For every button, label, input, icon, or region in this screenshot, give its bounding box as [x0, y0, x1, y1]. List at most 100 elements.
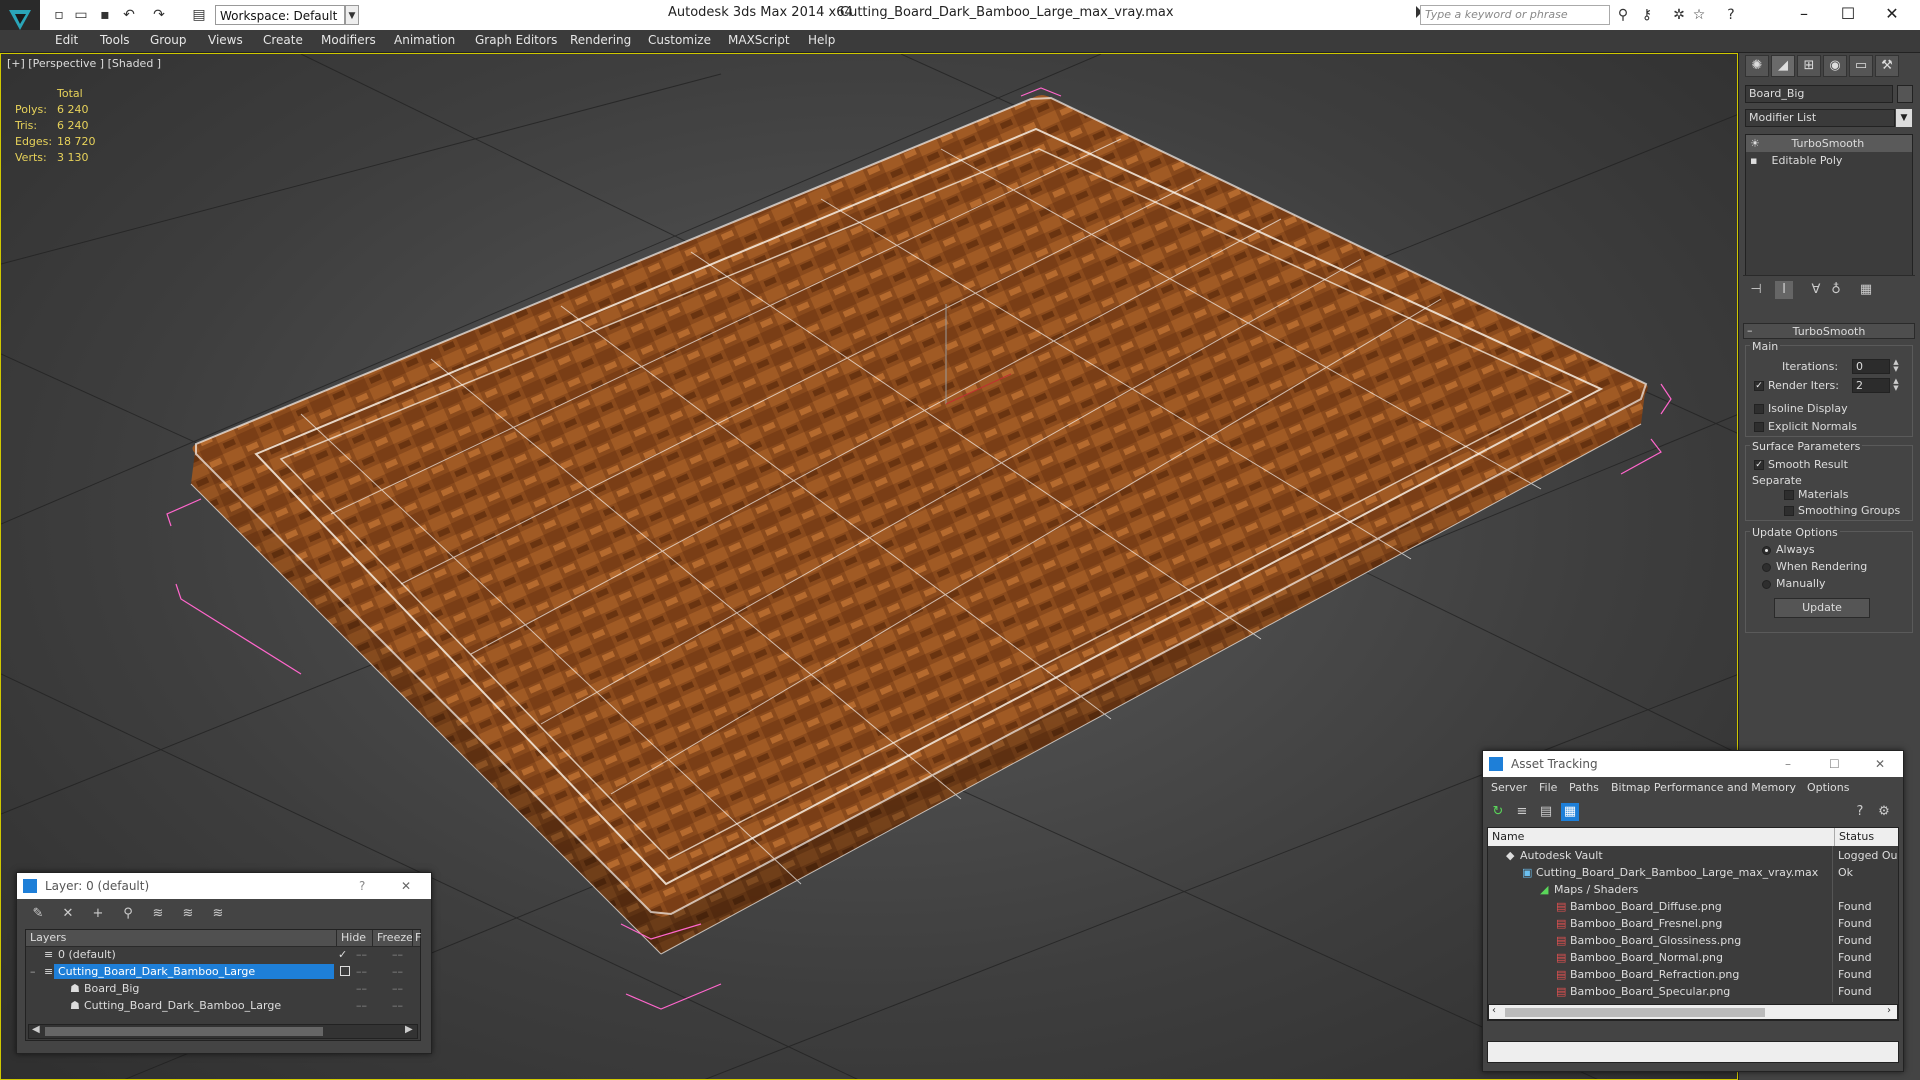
asset-window-title-bar[interactable]: Asset Tracking – ☐ ✕ — [1483, 751, 1903, 777]
list-view-icon[interactable]: ≡ — [1513, 803, 1531, 821]
hide-toggle[interactable]: –– — [356, 963, 367, 980]
display-tab-icon[interactable]: ▭ — [1849, 55, 1873, 77]
thumbnail-view-icon[interactable]: ▤ — [1537, 803, 1555, 821]
maximize-icon[interactable]: ☐ — [1829, 751, 1840, 777]
hide-toggle[interactable]: –– — [356, 980, 367, 997]
freeze-toggle[interactable]: –– — [392, 946, 403, 963]
chevron-down-icon[interactable]: ▼ — [1896, 109, 1912, 127]
menu-modifiers[interactable]: Modifiers — [321, 33, 376, 47]
layer-row[interactable]: – ≡ Cutting_Board_Dark_Bamboo_Large –– –… — [26, 963, 420, 980]
scrollbar-thumb[interactable] — [1505, 1008, 1765, 1017]
asset-menu-options[interactable]: Options — [1807, 781, 1849, 794]
object-color-swatch[interactable] — [1897, 85, 1913, 103]
viewport-label[interactable]: [+] [Perspective ] [Shaded ] — [7, 57, 161, 70]
chevron-down-icon[interactable]: ▼ — [345, 5, 359, 25]
scroll-right-icon[interactable]: › — [1887, 1005, 1891, 1016]
layer-row[interactable]: ≡ 0 (default) ✓ –– –– — [26, 946, 420, 963]
menu-edit[interactable]: Edit — [55, 33, 78, 47]
search-input[interactable]: Type a keyword or phrase — [1420, 5, 1610, 25]
asset-row[interactable]: ▣ Cutting_Board_Dark_Bamboo_Large_max_vr… — [1488, 864, 1898, 881]
asset-path-field[interactable] — [1487, 1041, 1899, 1063]
project-folder-icon[interactable]: ▤ — [190, 6, 208, 24]
pin-stack-icon[interactable]: ⊣ — [1747, 281, 1765, 299]
create-layer-icon[interactable]: ✎ — [29, 905, 47, 923]
column-f[interactable]: F — [412, 930, 421, 946]
open-file-icon[interactable]: ▭ — [72, 6, 90, 24]
materials-checkbox[interactable] — [1784, 490, 1794, 500]
render-iters-spinner[interactable]: 2 — [1852, 378, 1890, 393]
asset-row[interactable]: ▤ Bamboo_Board_Fresnel.png Found — [1488, 915, 1898, 932]
hierarchy-tab-icon[interactable]: ⊞ — [1797, 55, 1821, 77]
column-layers[interactable]: Layers — [30, 930, 66, 946]
scrollbar-thumb[interactable] — [45, 1027, 323, 1036]
menu-group[interactable]: Group — [150, 33, 187, 47]
horizontal-scrollbar[interactable]: ‹ › — [1488, 1004, 1898, 1020]
make-unique-icon[interactable]: ∀ — [1807, 281, 1825, 299]
freeze-toggle[interactable]: –– — [392, 980, 403, 997]
smoothing-groups-checkbox[interactable] — [1784, 506, 1794, 516]
spinner-arrows-icon[interactable]: ▲ ▼ — [1891, 359, 1901, 374]
asset-menu-paths[interactable]: Paths — [1569, 781, 1599, 794]
hide-toggle[interactable]: –– — [356, 997, 367, 1014]
minimize-button[interactable]: – — [1784, 2, 1824, 26]
turbosmooth-rollout-header[interactable]: – TurboSmooth — [1743, 323, 1915, 339]
close-button[interactable]: ✕ — [1872, 2, 1912, 26]
workspace-dropdown[interactable]: Workspace: Default — [215, 5, 345, 25]
create-tab-icon[interactable]: ✺ — [1745, 55, 1769, 77]
asset-menu-bitmap[interactable]: Bitmap Performance and Memory — [1611, 781, 1796, 794]
asset-row[interactable]: ▤ Bamboo_Board_Glossiness.png Found — [1488, 932, 1898, 949]
update-button[interactable]: Update — [1774, 598, 1870, 618]
always-radio[interactable] — [1762, 546, 1771, 555]
close-icon[interactable]: ✕ — [1875, 751, 1885, 777]
freeze-toggle[interactable]: –– — [392, 963, 403, 980]
menu-customize[interactable]: Customize — [648, 33, 711, 47]
menu-tools[interactable]: Tools — [100, 33, 130, 47]
column-freeze[interactable]: Freeze — [372, 930, 413, 946]
stack-item-turbosmooth[interactable]: ☀ TurboSmooth — [1746, 135, 1912, 152]
layer-row[interactable]: ☗ Cutting_Board_Dark_Bamboo_Large –– –– — [26, 997, 420, 1014]
asset-row[interactable]: ▤ Bamboo_Board_Specular.png Found — [1488, 983, 1898, 1000]
help-icon[interactable]: ? — [359, 873, 365, 899]
iterations-spinner[interactable]: 0 — [1852, 359, 1890, 374]
asset-row[interactable]: ◆ Autodesk Vault Logged Ou — [1488, 847, 1898, 864]
table-view-icon[interactable]: ▦ — [1561, 803, 1579, 821]
menu-create[interactable]: Create — [263, 33, 303, 47]
freeze-toggle[interactable]: –– — [392, 997, 403, 1014]
star-icon[interactable]: ☆ — [1690, 6, 1708, 24]
lightbulb-icon[interactable]: ☀ — [1750, 135, 1762, 152]
manually-radio[interactable] — [1762, 580, 1771, 589]
column-name[interactable]: Name — [1492, 828, 1524, 846]
binoculars-icon[interactable]: ⚲ — [1614, 6, 1632, 24]
help-icon[interactable]: ? — [1722, 6, 1740, 24]
show-end-result-icon[interactable]: I — [1775, 281, 1793, 299]
motion-tab-icon[interactable]: ◉ — [1823, 55, 1847, 77]
help-icon[interactable]: ? — [1851, 803, 1869, 821]
add-to-layer-icon[interactable]: + — [89, 905, 107, 923]
asset-menu-server[interactable]: Server — [1491, 781, 1527, 794]
smooth-result-checkbox[interactable]: ✓ — [1754, 460, 1764, 470]
minimize-icon[interactable]: – — [1785, 751, 1791, 777]
expand-icon[interactable]: ▪ — [1750, 152, 1762, 169]
menu-graph-editors[interactable]: Graph Editors — [475, 33, 557, 47]
maximize-button[interactable]: ☐ — [1828, 2, 1868, 26]
menu-maxscript[interactable]: MAXScript — [728, 33, 790, 47]
exchange-icon[interactable]: ✲ — [1670, 6, 1688, 24]
asset-row[interactable]: ▤ Bamboo_Board_Diffuse.png Found — [1488, 898, 1898, 915]
redo-icon[interactable]: ↷ — [150, 6, 168, 24]
expand-icon[interactable]: – — [30, 963, 36, 980]
stack-item-editable-poly[interactable]: ▪ Editable Poly — [1746, 152, 1912, 169]
scroll-left-icon[interactable]: ◀ — [32, 1024, 40, 1035]
when-rendering-radio[interactable] — [1762, 563, 1771, 572]
configure-sets-icon[interactable]: ▦ — [1857, 281, 1875, 299]
asset-menu-file[interactable]: File — [1539, 781, 1557, 794]
modifier-list-dropdown[interactable]: Modifier List — [1745, 109, 1895, 127]
undo-icon[interactable]: ↶ — [120, 6, 138, 24]
scroll-left-icon[interactable]: ‹ — [1492, 1005, 1496, 1016]
render-iters-checkbox[interactable]: ✓ — [1754, 381, 1764, 391]
explicit-normals-checkbox[interactable] — [1754, 422, 1764, 432]
select-in-layer-icon[interactable]: ⚲ — [119, 905, 137, 923]
column-status[interactable]: Status — [1834, 828, 1874, 846]
delete-layer-icon[interactable]: ✕ — [59, 905, 77, 923]
isoline-checkbox[interactable] — [1754, 404, 1764, 414]
key-icon[interactable]: ⚷ — [1638, 6, 1656, 24]
